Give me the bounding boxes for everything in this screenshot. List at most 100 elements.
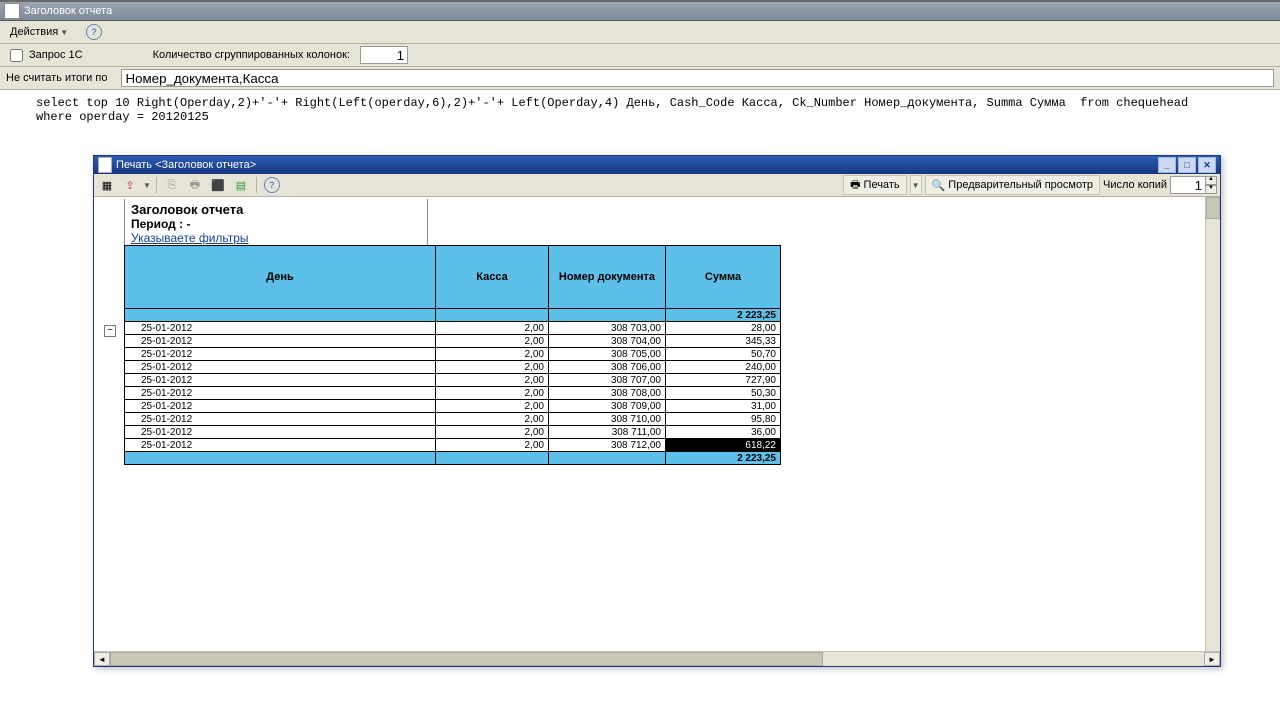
table-header-row: День Касса Номер документа Сумма: [125, 246, 781, 309]
table-cell: 25-01-2012: [125, 439, 436, 452]
table-cell: 308 704,00: [549, 335, 666, 348]
pdf-icon[interactable]: ⬛: [208, 175, 228, 195]
table-cell: 308 709,00: [549, 400, 666, 413]
horizontal-scrollbar[interactable]: ◄ ►: [94, 651, 1220, 666]
vertical-scrollbar[interactable]: [1205, 197, 1220, 653]
print-dropdown[interactable]: ▼: [910, 175, 922, 195]
copies-spinner[interactable]: ▲ ▼: [1170, 176, 1217, 194]
app-icon: [4, 3, 20, 19]
help-button-2[interactable]: ?: [262, 175, 282, 195]
report-header: Заголовок отчета Период : - Указываете ф…: [124, 199, 428, 245]
copies-label: Число копий: [1103, 179, 1167, 191]
table-cell: 25-01-2012: [125, 387, 436, 400]
chevron-down-icon[interactable]: ▼: [143, 181, 151, 190]
query-1c-checkbox[interactable]: [10, 49, 23, 62]
no-totals-label: Не считать итоги по: [6, 72, 107, 84]
minimize-button[interactable]: _: [1158, 157, 1176, 173]
sql-text[interactable]: select top 10 Right(Operday,2)+'-'+ Righ…: [0, 90, 1280, 162]
spin-up[interactable]: ▲: [1206, 176, 1217, 185]
table-cell: 2,00: [436, 348, 549, 361]
no-totals-input[interactable]: [121, 69, 1274, 87]
maximize-button[interactable]: □: [1178, 157, 1196, 173]
main-menubar: Действия ▼ ?: [0, 21, 1280, 44]
table-cell: 36,00: [666, 426, 781, 439]
table-row[interactable]: 25-01-20122,00308 711,0036,00: [125, 426, 781, 439]
table-row[interactable]: 25-01-20122,00308 706,00240,00: [125, 361, 781, 374]
group-cell: [125, 309, 436, 322]
main-title: Заголовок отчета: [24, 5, 112, 17]
table-cell: 2,00: [436, 426, 549, 439]
print-title: Печать <Заголовок отчета>: [116, 159, 256, 171]
copy-icon[interactable]: ⎘: [162, 175, 182, 195]
grid-icon[interactable]: ▦: [97, 175, 117, 195]
table-cell: 618,22: [666, 439, 781, 452]
scrollbar-thumb[interactable]: [1206, 197, 1220, 219]
report-period: Период : -: [131, 217, 421, 231]
print-small-icon[interactable]: 🖶: [185, 175, 205, 195]
grouped-cols-input[interactable]: [360, 46, 408, 64]
help-icon: ?: [264, 177, 280, 193]
report-title: Заголовок отчета: [131, 202, 421, 217]
table-cell: 2,00: [436, 400, 549, 413]
col-kassa: Касса: [436, 246, 549, 309]
help-button[interactable]: ?: [79, 21, 109, 43]
table-cell: 2,00: [436, 413, 549, 426]
table-cell: 308 703,00: [549, 322, 666, 335]
scroll-right-arrow[interactable]: ►: [1204, 652, 1220, 666]
print-body: Заголовок отчета Период : - Указываете ф…: [94, 197, 1220, 653]
excel-icon[interactable]: ▤: [231, 175, 251, 195]
export-icon[interactable]: ⇪: [120, 175, 140, 195]
table-cell: 25-01-2012: [125, 400, 436, 413]
group-cell: [436, 309, 549, 322]
print-titlebar[interactable]: Печать <Заголовок отчета> _ □ ✕: [94, 156, 1220, 174]
table-row[interactable]: 25-01-20122,00308 703,0028,00: [125, 322, 781, 335]
actions-menu-label: Действия: [10, 26, 58, 38]
query-1c-label: Запрос 1С: [29, 49, 83, 61]
table-cell: 25-01-2012: [125, 348, 436, 361]
copies-input[interactable]: [1170, 176, 1206, 194]
print-window: Печать <Заголовок отчета> _ □ ✕ ▦ ⇪ ▼ ⎘ …: [93, 155, 1221, 667]
param-row-1: Запрос 1С Количество сгруппированных кол…: [0, 44, 1280, 67]
scrollbar-thumb[interactable]: [110, 652, 823, 666]
report-filters-link[interactable]: Указываете фильтры: [131, 231, 421, 245]
actions-menu[interactable]: Действия ▼: [3, 23, 75, 41]
table-row[interactable]: 25-01-20122,00308 708,0050,30: [125, 387, 781, 400]
table-row[interactable]: 25-01-20122,00308 704,00345,33: [125, 335, 781, 348]
table-row[interactable]: 25-01-20122,00308 707,00727,90: [125, 374, 781, 387]
print-button[interactable]: 🖶 Печать: [843, 175, 906, 195]
table-cell: 345,33: [666, 335, 781, 348]
footer-cell: [125, 452, 436, 465]
param-row-2: Не считать итоги по: [0, 67, 1280, 90]
table-cell: 308 705,00: [549, 348, 666, 361]
table-cell: 28,00: [666, 322, 781, 335]
report-table: День Касса Номер документа Сумма 2 223,2…: [124, 245, 781, 465]
col-sum: Сумма: [666, 246, 781, 309]
table-cell: 308 708,00: [549, 387, 666, 400]
table-row[interactable]: 25-01-20122,00308 710,0095,80: [125, 413, 781, 426]
chevron-down-icon: ▼: [60, 28, 68, 37]
printer-icon: 🖶: [850, 176, 860, 195]
table-cell: 25-01-2012: [125, 413, 436, 426]
print-toolbar: ▦ ⇪ ▼ ⎘ 🖶 ⬛ ▤ ? 🖶 Печать ▼ 🔍 Предварител…: [94, 174, 1220, 197]
table-cell: 2,00: [436, 439, 549, 452]
close-button[interactable]: ✕: [1198, 157, 1216, 173]
table-cell: 2,00: [436, 335, 549, 348]
table-row[interactable]: 25-01-20122,00308 709,0031,00: [125, 400, 781, 413]
table-row[interactable]: 25-01-20122,00308 712,00618,22: [125, 439, 781, 452]
preview-button[interactable]: 🔍 Предварительный просмотр: [925, 175, 1100, 195]
collapse-toggle[interactable]: −: [104, 325, 116, 337]
spin-down[interactable]: ▼: [1206, 185, 1217, 194]
table-cell: 50,30: [666, 387, 781, 400]
scroll-track[interactable]: [110, 652, 1204, 666]
query-1c-checkbox-wrap[interactable]: Запрос 1С: [6, 46, 83, 65]
table-cell: 31,00: [666, 400, 781, 413]
table-cell: 25-01-2012: [125, 335, 436, 348]
table-row[interactable]: 25-01-20122,00308 705,0050,70: [125, 348, 781, 361]
table-cell: 25-01-2012: [125, 322, 436, 335]
table-cell: 240,00: [666, 361, 781, 374]
main-titlebar: Заголовок отчета: [0, 2, 1280, 21]
scroll-left-arrow[interactable]: ◄: [94, 652, 110, 666]
table-cell: 25-01-2012: [125, 361, 436, 374]
preview-button-label: Предварительный просмотр: [948, 179, 1093, 191]
col-docnum: Номер документа: [549, 246, 666, 309]
